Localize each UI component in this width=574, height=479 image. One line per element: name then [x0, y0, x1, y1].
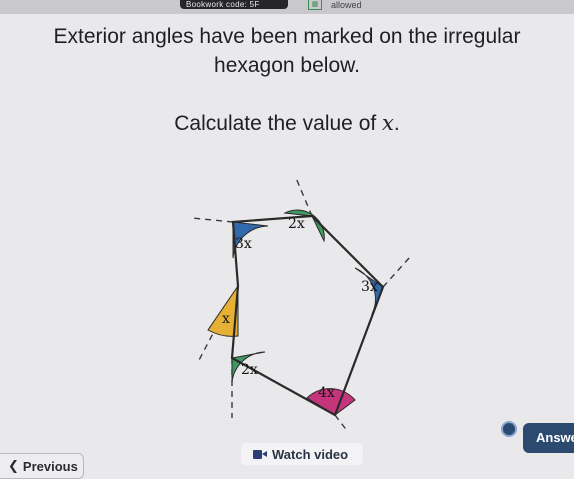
angle-label-3: 3x — [361, 279, 378, 295]
previous-label: Previous — [22, 458, 78, 474]
angle-label-5: 2x — [241, 362, 258, 378]
answer-button[interactable]: Answe — [523, 423, 574, 453]
toggle-dot-button[interactable] — [501, 421, 517, 437]
video-camera-icon — [253, 449, 267, 459]
angle-label-2: 3x — [235, 236, 252, 252]
chevron-left-icon: ❮ — [8, 458, 19, 473]
watch-video-button[interactable]: Watch video — [241, 443, 363, 465]
extension-line-1 — [191, 217, 234, 223]
angle-label-1: 2x — [288, 216, 305, 232]
angle-label-4: x — [222, 311, 230, 327]
extension-line-3 — [382, 256, 411, 288]
angle-label-6: 4x — [318, 385, 335, 401]
previous-button[interactable]: ❮ Previous — [0, 453, 84, 479]
extension-line-6 — [334, 414, 349, 433]
hexagon-diagram: 2x 3x 3x x 2x 4x — [191, 177, 411, 433]
watch-video-label: Watch video — [272, 446, 349, 462]
hexagon-outline — [230, 214, 385, 417]
